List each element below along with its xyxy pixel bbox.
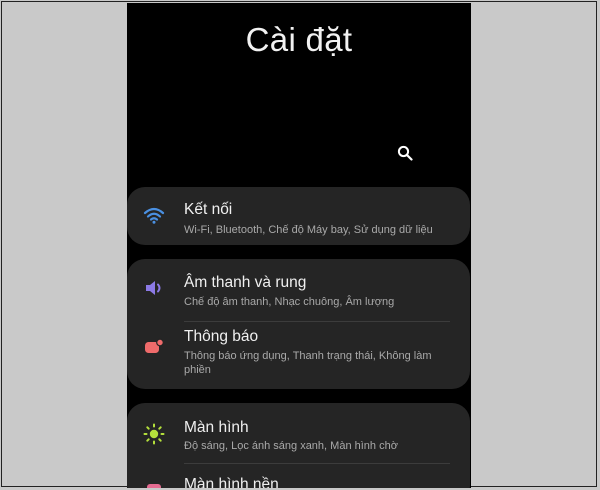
settings-item-connections[interactable]: Kết nối Wi-Fi, Bluetooth, Chế độ Máy bay… bbox=[127, 187, 470, 245]
settings-item-label: Màn hình nền bbox=[184, 476, 279, 488]
settings-card-sound-notifications: Âm thanh và rung Chế độ âm thanh, Nhạc c… bbox=[127, 259, 470, 389]
settings-item-label: Thông báo bbox=[184, 328, 259, 345]
settings-screen: Cài đặt Kết nối Wi-Fi, Bluetooth, Chế độ… bbox=[127, 3, 471, 488]
settings-item-desc: Wi-Fi, Bluetooth, Chế độ Máy bay, Sử dụn… bbox=[184, 224, 433, 236]
search-icon bbox=[397, 145, 413, 161]
settings-item-desc: Thông báo ứng dụng, Thanh trạng thái, Kh… bbox=[184, 350, 432, 376]
settings-item-desc: Độ sáng, Lọc ánh sáng xanh, Màn hình chờ bbox=[184, 440, 398, 452]
settings-item-wallpaper[interactable]: Màn hình nền bbox=[127, 464, 470, 488]
settings-item-label: Âm thanh và rung bbox=[184, 274, 307, 291]
wifi-icon bbox=[141, 202, 167, 228]
settings-item-display[interactable]: Màn hình Độ sáng, Lọc ánh sáng xanh, Màn… bbox=[127, 403, 470, 461]
notification-icon bbox=[141, 334, 167, 360]
settings-item-desc: Chế độ âm thanh, Nhạc chuông, Âm lượng bbox=[184, 296, 395, 308]
search-button[interactable] bbox=[395, 143, 415, 163]
settings-item-notifications[interactable]: Thông báo Thông báo ứng dụng, Thanh trạn… bbox=[127, 322, 470, 389]
settings-item-sound[interactable]: Âm thanh và rung Chế độ âm thanh, Nhạc c… bbox=[127, 259, 470, 319]
brightness-icon bbox=[141, 421, 167, 447]
settings-card-connections: Kết nối Wi-Fi, Bluetooth, Chế độ Máy bay… bbox=[127, 187, 470, 245]
speaker-icon bbox=[141, 275, 167, 301]
settings-item-label: Kết nối bbox=[184, 201, 233, 218]
wallpaper-icon bbox=[141, 478, 167, 488]
settings-item-label: Màn hình bbox=[184, 419, 249, 436]
page-title: Cài đặt bbox=[245, 21, 353, 58]
settings-card-display: Màn hình Độ sáng, Lọc ánh sáng xanh, Màn… bbox=[127, 403, 470, 488]
